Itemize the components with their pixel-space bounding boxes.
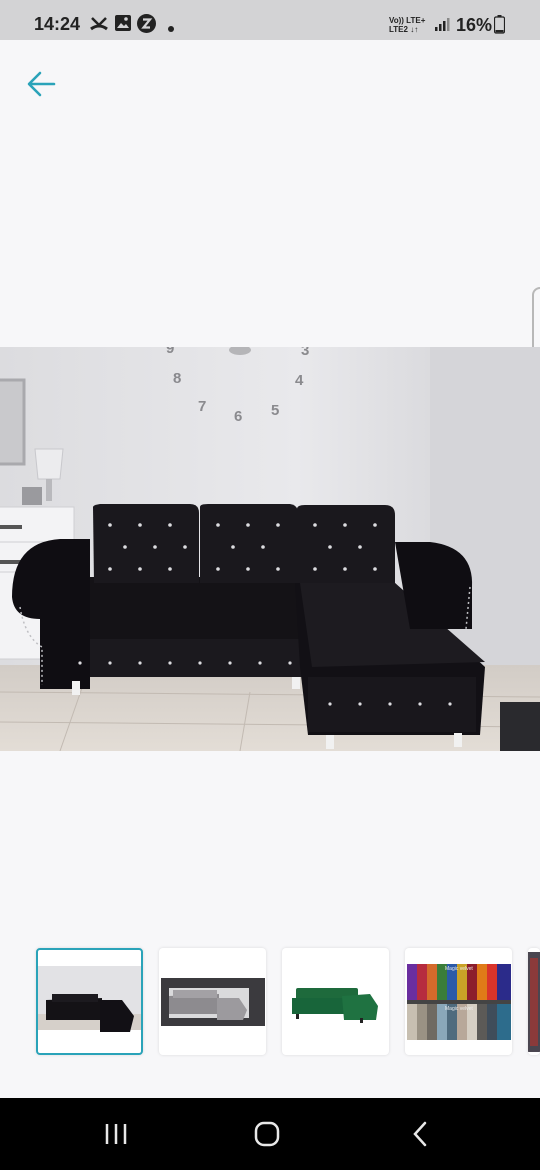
- arrow-left-icon: [27, 71, 56, 97]
- battery-percent: 16%: [456, 15, 493, 35]
- swatch-caption: Magic velvet: [445, 1006, 473, 1012]
- network-line-1: Vo)) LTE+: [389, 16, 426, 25]
- thumbnail-green-sofa[interactable]: [282, 948, 389, 1055]
- thumbnail-partial[interactable]: [528, 948, 540, 1055]
- recent-apps-icon: [105, 1124, 127, 1144]
- recent-apps-button[interactable]: [86, 1114, 146, 1154]
- clock-number: 6: [234, 408, 242, 425]
- network-line-2: LTE2 ↓↑: [389, 25, 419, 34]
- status-bar: 14:24 Vo)) LTE+ LTE2 ↓↑ 16%: [0, 0, 540, 40]
- clock-number: 3: [301, 347, 309, 359]
- z-app-icon: [137, 14, 156, 38]
- thumbnail-strip[interactable]: Magic velvet Magic velvet: [0, 947, 540, 1057]
- signal-icon: [434, 16, 450, 37]
- thumbnail-black-sofa[interactable]: [36, 948, 143, 1055]
- swatch-caption: Magic velvet: [445, 966, 473, 972]
- network-indicator: Vo)) LTE+ LTE2 ↓↑: [389, 16, 425, 34]
- clock-number: 9: [166, 347, 174, 357]
- dot-icon: [167, 20, 175, 38]
- clock-number: 7: [198, 398, 206, 415]
- navigation-bar: [0, 1098, 540, 1170]
- status-time: 14:24: [34, 14, 81, 34]
- back-icon: [413, 1121, 427, 1147]
- main-product-image[interactable]: 9 3 8 4 7 6 5: [0, 347, 540, 751]
- thumbnail-grey-sofa[interactable]: [159, 948, 266, 1055]
- thumbnail-fabric-swatches[interactable]: Magic velvet Magic velvet: [405, 948, 512, 1055]
- home-icon: [254, 1121, 280, 1147]
- clock-number: 5: [271, 402, 279, 419]
- clock-number: 4: [295, 372, 304, 389]
- clock-number: 8: [173, 370, 181, 387]
- back-button[interactable]: [22, 66, 62, 102]
- missed-call-icon: [90, 14, 108, 37]
- system-back-button[interactable]: [390, 1114, 450, 1154]
- battery-icon: [493, 15, 506, 39]
- home-button[interactable]: [237, 1114, 297, 1154]
- gallery-icon: [114, 14, 132, 37]
